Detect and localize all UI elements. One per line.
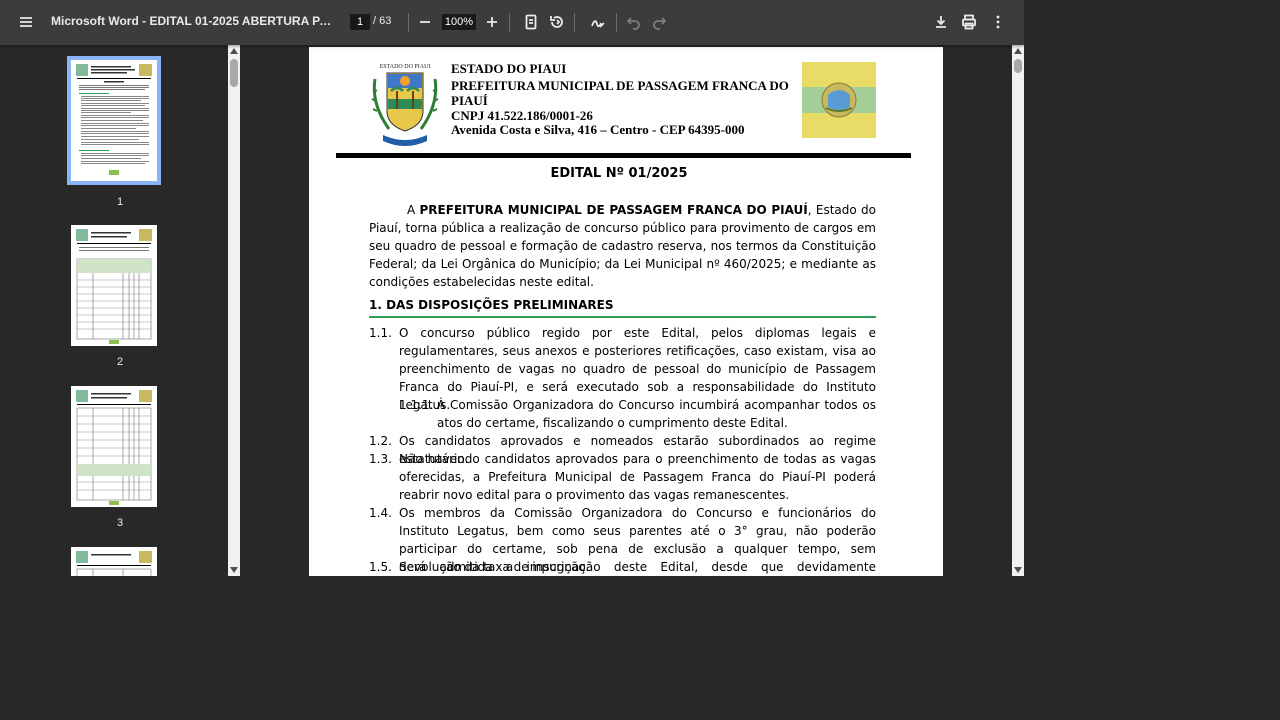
item-text: Não havendo candidatos aprovados para o … — [399, 452, 876, 502]
print-icon[interactable] — [955, 8, 983, 36]
item-text: À Comissão Organizadora do Concurso incu… — [437, 398, 876, 430]
thumbnail-page-4[interactable] — [71, 547, 157, 576]
thumbnail-page-3[interactable] — [71, 386, 157, 507]
item-text: Será admitida a impugnação deste Edital,… — [399, 560, 876, 574]
document-title: Microsoft Word - EDITAL 01-2025 ABERTURA… — [51, 14, 333, 28]
edital-title: EDITAL Nº 01/2025 — [550, 166, 688, 181]
toolbar-divider — [616, 13, 617, 32]
thumbnail-page-2[interactable] — [71, 225, 157, 346]
item-number: 1.2. — [369, 434, 392, 448]
rotate-icon[interactable] — [543, 8, 571, 36]
thumbnail-sidebar: 1 2 3 — [0, 45, 240, 576]
item-number: 1.5. — [369, 560, 392, 574]
municipal-flag — [802, 62, 876, 138]
item-number: 1.1.1. — [399, 398, 434, 412]
more-options-icon[interactable] — [984, 8, 1012, 36]
zoom-input[interactable] — [442, 14, 476, 30]
toolbar: Microsoft Word - EDITAL 01-2025 ABERTURA… — [0, 0, 1024, 45]
download-icon[interactable] — [927, 8, 955, 36]
header-line-state: ESTADO DO PIAUI — [451, 61, 567, 76]
toolbar-divider — [574, 13, 575, 32]
intro-paragraph: A PREFEITURA MUNICIPAL DE PASSAGEM FRANC… — [369, 201, 876, 291]
section-underline — [369, 316, 876, 318]
section-title: 1. DAS DISPOSIÇÕES PRELIMINARES — [369, 298, 614, 312]
fit-page-icon[interactable] — [517, 8, 545, 36]
thumbnail-label: 2 — [116, 356, 124, 368]
menu-icon[interactable] — [12, 8, 40, 36]
scroll-down-arrow-icon[interactable] — [1014, 567, 1022, 573]
header-divider — [336, 153, 911, 158]
item-number: 1.1. — [369, 326, 392, 340]
thumbnail-page-1[interactable] — [67, 56, 161, 185]
zoom-in-button[interactable] — [478, 8, 506, 36]
zoom-out-button[interactable] — [411, 8, 439, 36]
page-number-input[interactable] — [350, 14, 370, 30]
thumbnail-label: 1 — [116, 196, 124, 208]
intro-prefix: A — [407, 203, 420, 217]
toolbar-divider — [408, 13, 409, 32]
scroll-up-arrow-icon[interactable] — [230, 48, 238, 54]
scroll-up-arrow-icon[interactable] — [1014, 48, 1022, 54]
seal-text: ESTADO DO PIAUI — [380, 64, 431, 70]
header-line-prefeitura: PREFEITURA MUNICIPAL DE PASSAGEM FRANCA … — [451, 78, 789, 93]
toolbar-divider — [509, 13, 510, 32]
sidebar-scrollbar[interactable] — [228, 45, 240, 576]
main-scrollbar[interactable] — [1012, 45, 1024, 576]
thumbnail-label: 3 — [116, 517, 124, 529]
scroll-down-arrow-icon[interactable] — [230, 567, 238, 573]
intro-bold: PREFEITURA MUNICIPAL DE PASSAGEM FRANCA … — [419, 203, 808, 217]
header-line-address: Avenida Costa e Silva, 416 – Centro - CE… — [451, 122, 745, 137]
pdf-page: ESTADO DO PIAUI ESTADO DO PIAUI PREFEITU… — [309, 47, 943, 576]
sidebar-scroll-thumb[interactable] — [230, 59, 238, 87]
pdf-viewer: Microsoft Word - EDITAL 01-2025 ABERTURA… — [0, 0, 1024, 576]
undo-icon[interactable] — [620, 8, 648, 36]
annotate-icon[interactable] — [584, 8, 612, 36]
header-line-piaui: PIAUÍ — [451, 93, 488, 108]
item-number: 1.4. — [369, 506, 392, 520]
redo-icon[interactable] — [645, 8, 673, 36]
item-number: 1.3. — [369, 452, 392, 466]
main-scroll-thumb[interactable] — [1014, 59, 1022, 73]
page-total: / 63 — [373, 15, 392, 27]
municipal-seal: ESTADO DO PIAUI — [367, 59, 443, 149]
